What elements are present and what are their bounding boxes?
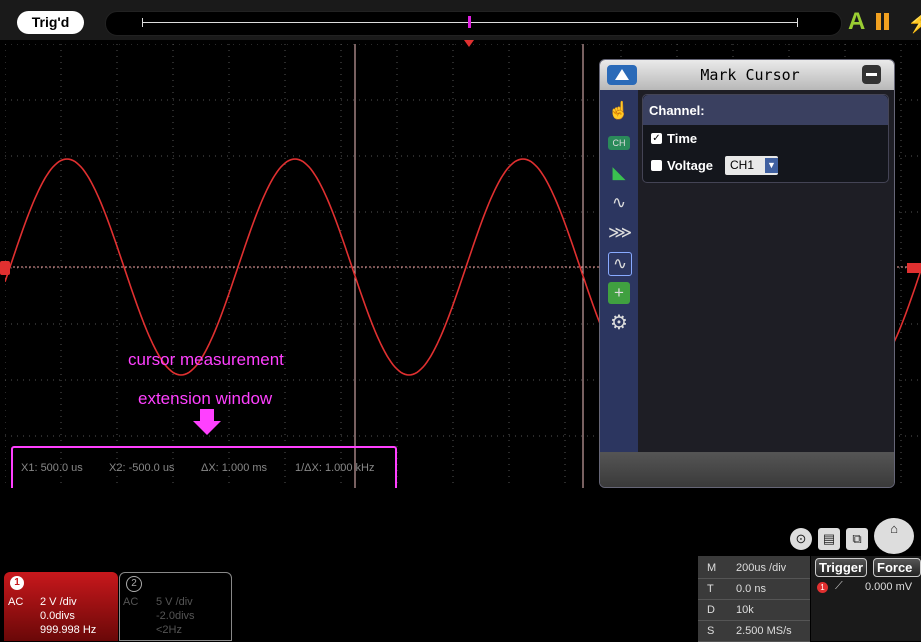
math-wave-icon[interactable]: ∿ [608, 252, 632, 276]
power-icon[interactable]: ⚡ [907, 10, 921, 35]
crosshair-icon[interactable]: + [608, 282, 630, 304]
ch2-info-block[interactable]: 2 AC 5 V /div -2.0divs <2Hz [119, 572, 232, 641]
up-arrow-icon[interactable] [607, 65, 637, 85]
measurement-x2: X2: -500.0 us [109, 462, 175, 474]
cursor-measurement-window: X1: 500.0 us X2: -500.0 us ΔX: 1.000 ms … [11, 446, 397, 492]
ch2-offset: -2.0divs [156, 610, 195, 622]
annotation-line-2: extension window [138, 389, 273, 408]
timeline-left-cap [142, 18, 143, 27]
voltage-option-label: Voltage [667, 158, 713, 173]
window-icon[interactable]: ⧉ [846, 528, 868, 550]
ch1-frequency: 999.998 Hz [40, 624, 97, 636]
row-key: D [707, 604, 715, 616]
measurement-x1: X1: 500.0 us [21, 462, 83, 474]
channel-header: Channel: [643, 95, 888, 125]
minimize-button[interactable] [862, 65, 881, 84]
hand-pointer-icon[interactable]: ☝ [608, 100, 630, 122]
chevron-down-icon[interactable]: ▼ [765, 158, 778, 173]
row-key: S [707, 625, 715, 637]
trigger-source-badge: 1 [817, 582, 828, 593]
mark-cursor-panel: Mark Cursor ☝ CH ◣ ∿ ⋙ ∿ + ⚙ Channel: ✓ … [599, 59, 895, 488]
row-value: 0.0 ns [736, 583, 766, 595]
home-icon[interactable]: ⌂ [874, 518, 914, 554]
row-value: 10k [736, 604, 754, 616]
timeline-position-marker[interactable] [468, 16, 471, 28]
voltage-checkbox[interactable] [651, 160, 662, 171]
time-checkbox[interactable]: ✓ [651, 133, 662, 144]
ch1-number-badge: 1 [10, 576, 24, 590]
row-value: 200us /div [736, 562, 787, 574]
horizontal-row-depth[interactable]: D 10k [698, 600, 810, 621]
channel-label: Channel: [649, 103, 705, 118]
ch2-scale: 5 V /div [156, 596, 193, 608]
ch2-coupling: AC [123, 596, 139, 608]
measurement-inverse-delta-x: 1/ΔX: 1.000 kHz [295, 462, 375, 474]
annotation-arrow-head [193, 421, 221, 435]
measurement-delta-x: ΔX: 1.000 ms [201, 462, 268, 474]
channel-options-box: Channel: ✓ Time Voltage CH1 ▼ [642, 94, 889, 183]
gear-icon[interactable]: ⚙ [608, 312, 630, 334]
auto-icon[interactable]: A [848, 8, 865, 36]
trigger-level-value: 0.000 mV [865, 581, 913, 593]
ch1-coupling: AC [8, 596, 24, 608]
auto-scale-icon[interactable]: ⊙ [790, 528, 812, 550]
ch1-offset: 0.0divs [40, 610, 75, 622]
timeline-right-cap [797, 18, 798, 27]
panel-title: Mark Cursor [700, 66, 800, 84]
ruler-icon[interactable]: ◣ [608, 162, 630, 184]
channel-select-value: CH1 [730, 158, 755, 172]
quick-toolbar: ⊙ ▤ ⧉ ⌂ [788, 518, 921, 556]
horizontal-settings-table: M 200us /div T 0.0 ns D 10k S 2.500 MS/s [698, 556, 810, 642]
trigger-level-marker[interactable] [907, 263, 921, 273]
memory-timeline-bar[interactable] [105, 11, 842, 36]
annotation-line-1: cursor measurement [128, 350, 284, 369]
ch1-info-block[interactable]: 1 AC 2 V /div 0.0divs 999.998 Hz [4, 572, 118, 641]
row-value: 2.500 MS/s [736, 625, 792, 637]
trigger-panel: Trigger Force 1 ⟋ 0.000 mV [811, 556, 921, 641]
ch2-number-badge: 2 [126, 576, 142, 592]
waveform-icon[interactable]: ∿ [608, 192, 630, 214]
force-button[interactable]: Force [873, 558, 921, 577]
ch2-frequency: <2Hz [156, 624, 182, 636]
trigger-position-arrow[interactable] [464, 40, 474, 47]
rising-edge-icon: ⟋ [835, 580, 843, 592]
horizontal-row-position[interactable]: T 0.0 ns [698, 579, 810, 600]
ch1-ground-marker[interactable] [0, 261, 10, 275]
panel-footer [600, 452, 894, 487]
voltage-channel-select[interactable]: CH1 ▼ [725, 156, 778, 175]
ch-icon[interactable]: CH [608, 136, 630, 150]
fft-icon[interactable]: ⋙ [608, 222, 632, 244]
horizontal-row-samplerate[interactable]: S 2.500 MS/s [698, 621, 810, 642]
trigger-button[interactable]: Trigger [815, 558, 868, 577]
time-option-label: Time [667, 131, 698, 146]
row-key: T [707, 583, 714, 595]
row-key: M [707, 562, 717, 574]
panel-icon-column: ☝ CH ◣ ∿ ⋙ ∿ + ⚙ [600, 90, 638, 452]
save-icon[interactable]: ▤ [818, 528, 840, 550]
horizontal-row-timebase[interactable]: M 200us /div [698, 558, 810, 579]
trigger-status-badge: Trig'd [17, 11, 84, 34]
ch1-scale: 2 V /div [40, 596, 77, 608]
